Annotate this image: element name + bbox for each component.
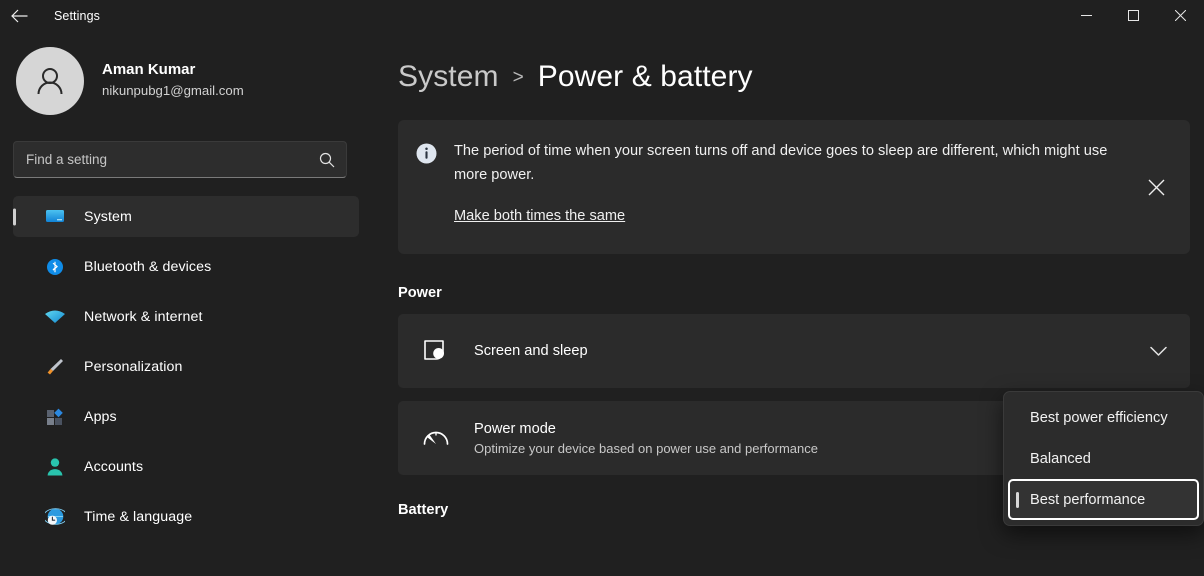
info-icon	[398, 140, 454, 236]
maximize-button[interactable]	[1110, 0, 1157, 31]
search-icon[interactable]	[308, 152, 346, 168]
profile-text: Aman Kumar nikunpubg1@gmail.com	[102, 61, 244, 99]
banner-body: The period of time when your screen turn…	[454, 140, 1190, 236]
sidebar-item-label: Apps	[84, 408, 117, 425]
section-title-power: Power	[398, 285, 442, 301]
power-mode-dropdown: Best power efficiency Balanced Best perf…	[1003, 391, 1204, 526]
search-input[interactable]	[14, 152, 308, 167]
dropdown-option-best-performance[interactable]: Best performance	[1008, 479, 1199, 520]
sidebar-item-label: System	[84, 208, 132, 225]
sidebar-item-label: Accounts	[84, 458, 144, 475]
back-button[interactable]	[0, 0, 38, 31]
title-bar: Settings	[0, 0, 1204, 31]
sidebar: Aman Kumar nikunpubg1@gmail.com Find a s…	[0, 31, 372, 576]
breadcrumb-parent[interactable]: System	[398, 60, 499, 94]
page-title: Power & battery	[537, 60, 753, 93]
profile-email: nikunpubg1@gmail.com	[102, 83, 244, 99]
settings-window: Settings Aman Kumar nikunpubg1@gmail.com…	[0, 0, 1204, 576]
profile-name: Aman Kumar	[102, 61, 196, 79]
avatar	[16, 46, 84, 115]
bluetooth-icon	[42, 256, 68, 278]
sidebar-item-label: Bluetooth & devices	[84, 258, 212, 275]
sidebar-item-personalization[interactable]: Personalization	[13, 346, 359, 387]
sidebar-nav: System Bluetooth & devices Network & int…	[0, 196, 372, 537]
paintbrush-icon	[42, 356, 68, 378]
card-screen-and-sleep[interactable]: Screen and sleep	[398, 314, 1190, 388]
breadcrumb-separator: >	[512, 67, 524, 88]
breadcrumb: System > Power & battery	[372, 31, 1204, 94]
monitor-icon	[42, 206, 68, 228]
close-icon[interactable]	[1138, 169, 1174, 205]
sidebar-item-accounts[interactable]: Accounts	[13, 446, 359, 487]
profile-section[interactable]: Aman Kumar nikunpubg1@gmail.com	[0, 31, 372, 115]
card-title: Screen and sleep	[474, 343, 588, 359]
clock-globe-icon	[42, 506, 68, 528]
sidebar-item-time-language[interactable]: Time & language	[13, 496, 359, 537]
wifi-icon	[42, 306, 68, 328]
account-icon	[42, 456, 68, 478]
apps-icon	[42, 406, 68, 428]
search-box[interactable]	[13, 141, 347, 178]
info-banner: The period of time when your screen turn…	[398, 120, 1190, 254]
window-controls	[1063, 0, 1204, 31]
chevron-down-icon[interactable]	[1126, 346, 1190, 357]
dropdown-option-balanced[interactable]: Balanced	[1008, 438, 1199, 479]
banner-link[interactable]: Make both times the same	[454, 208, 625, 224]
minimize-button[interactable]	[1063, 0, 1110, 31]
screen-sleep-icon	[398, 339, 474, 363]
sidebar-item-bluetooth-devices[interactable]: Bluetooth & devices	[13, 246, 359, 287]
card-body: Screen and sleep	[474, 343, 1126, 359]
sidebar-item-label: Network & internet	[84, 308, 203, 325]
dropdown-option-best-power-efficiency[interactable]: Best power efficiency	[1008, 397, 1199, 438]
speedometer-icon	[398, 426, 474, 450]
sidebar-item-system[interactable]: System	[13, 196, 359, 237]
close-button[interactable]	[1157, 0, 1204, 31]
window-title: Settings	[54, 8, 100, 23]
banner-text: The period of time when your screen turn…	[454, 143, 1108, 183]
sidebar-item-apps[interactable]: Apps	[13, 396, 359, 437]
sidebar-item-label: Time & language	[84, 508, 193, 525]
sidebar-item-network-internet[interactable]: Network & internet	[13, 296, 359, 337]
sidebar-item-label: Personalization	[84, 358, 183, 375]
